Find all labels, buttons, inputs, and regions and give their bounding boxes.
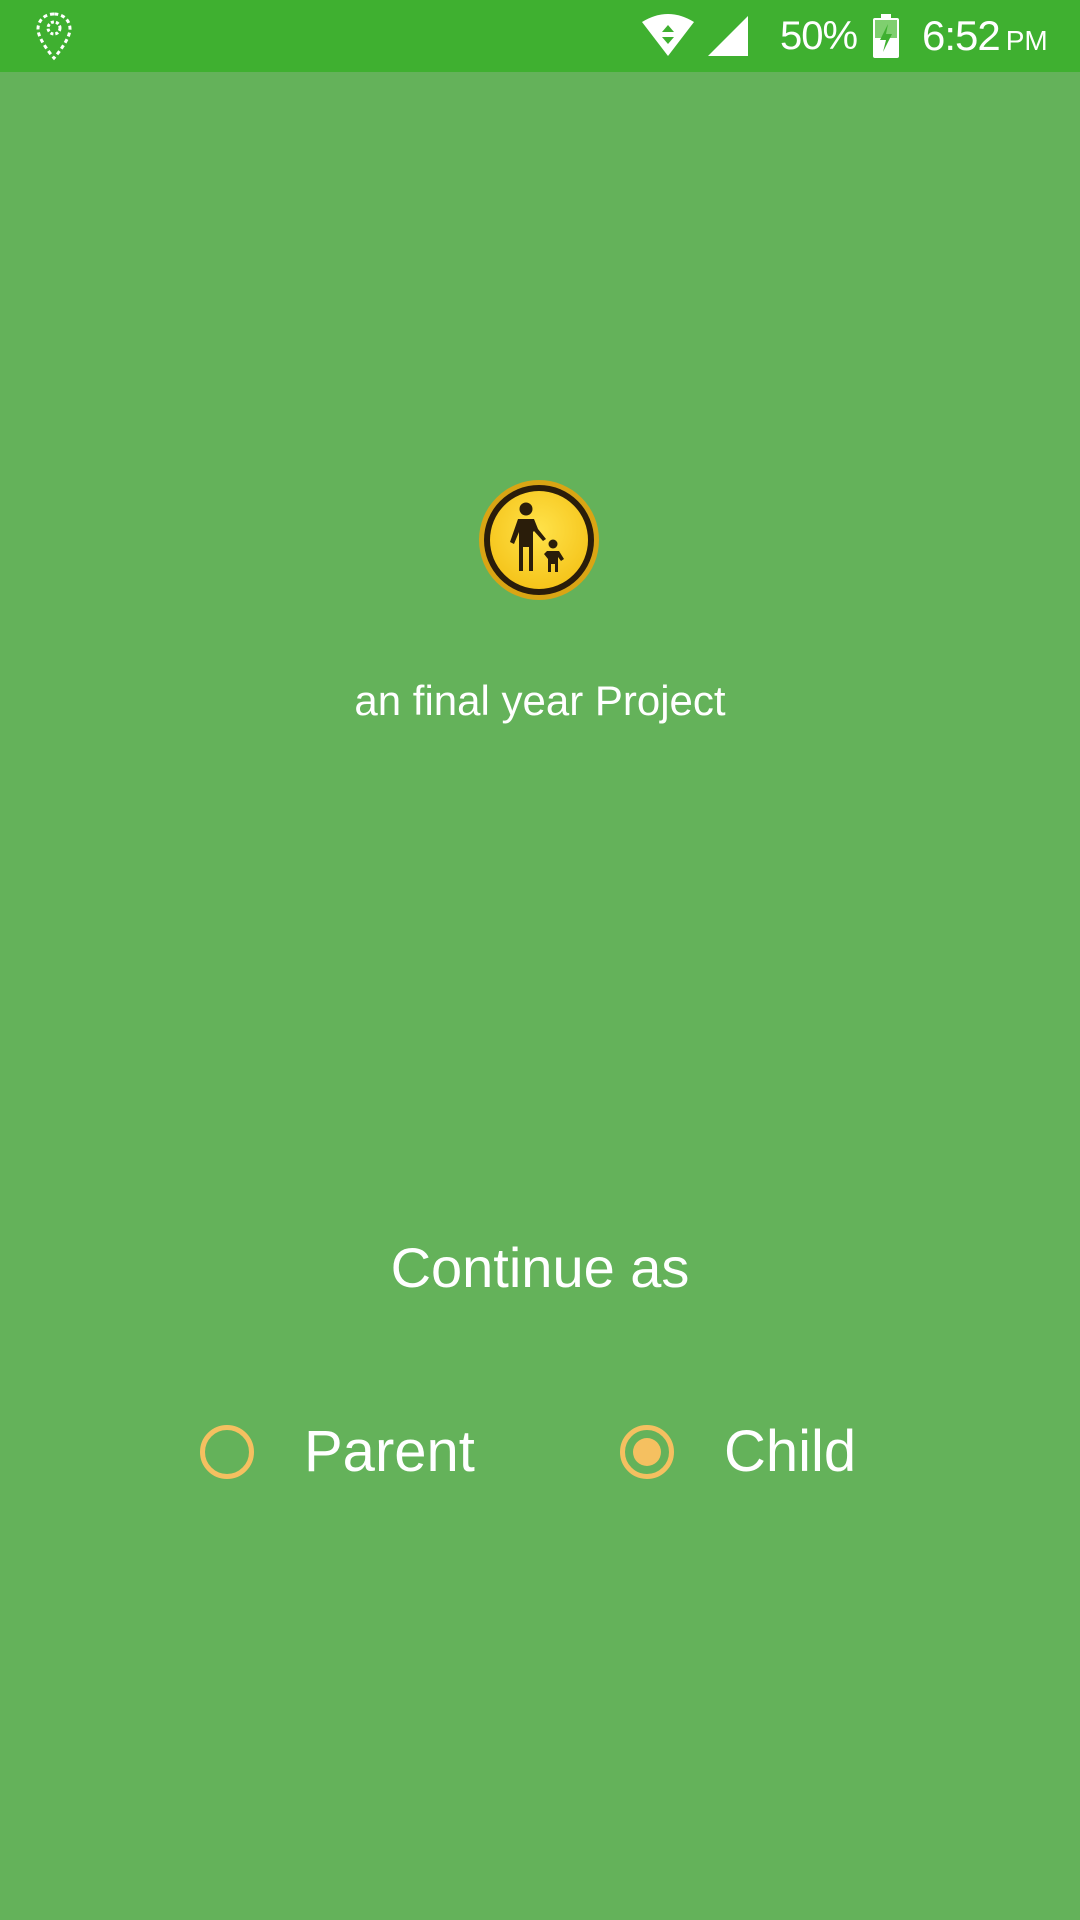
- status-bar: 50% 6:52 PM: [0, 0, 1080, 72]
- parent-child-icon: [479, 480, 599, 600]
- cell-signal-icon: [708, 16, 748, 56]
- parent-radio-button[interactable]: [200, 1425, 254, 1479]
- child-radio-option[interactable]: Child: [620, 1416, 856, 1488]
- child-radio-button[interactable]: [620, 1425, 674, 1479]
- battery-percent: 50%: [780, 14, 858, 58]
- clock: 6:52 PM: [922, 14, 1048, 58]
- clock-time: 6:52: [922, 12, 1001, 59]
- tagline: an final year Project: [354, 677, 726, 724]
- battery-charging-icon: [873, 14, 899, 58]
- child-radio-label[interactable]: Child: [724, 1416, 856, 1488]
- parent-radio-option[interactable]: Parent: [200, 1416, 475, 1488]
- location-pin-icon: [36, 12, 72, 61]
- wifi-icon: [642, 14, 694, 56]
- radio-selected-dot: [633, 1438, 661, 1466]
- clock-ampm: PM: [1005, 25, 1048, 56]
- continue-as-heading: Continue as: [390, 1236, 690, 1299]
- parent-radio-label[interactable]: Parent: [304, 1416, 475, 1488]
